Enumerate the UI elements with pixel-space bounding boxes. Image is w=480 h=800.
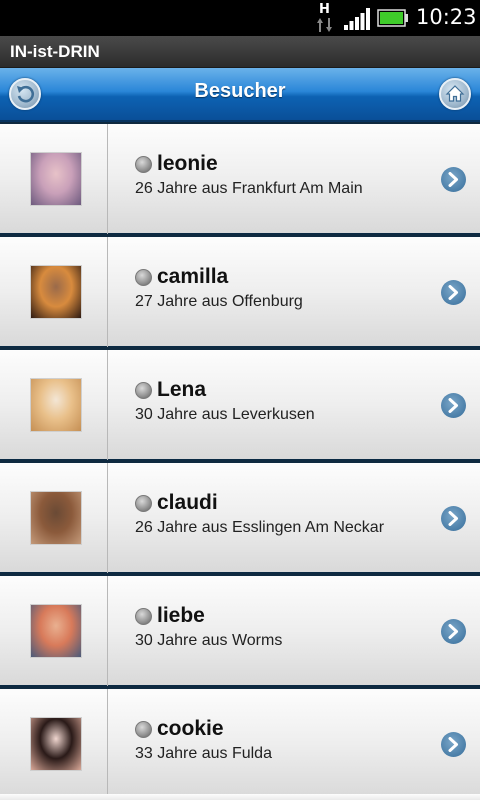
visitor-info: 26 Jahre aus Frankfurt Am Main [135, 180, 363, 197]
visitor-name: cookie [157, 717, 224, 740]
visitor-name: leonie [157, 152, 218, 175]
avatar [30, 265, 82, 319]
page-header: Besucher [0, 68, 480, 122]
visitor-name: camilla [157, 265, 229, 288]
signal-icon [344, 8, 370, 30]
app-title-bar: IN-ist-DRIN [0, 36, 480, 68]
chevron-right-icon[interactable] [441, 506, 466, 531]
visitor-row[interactable]: liebe 30 Jahre aus Worms [0, 576, 480, 686]
visitor-row[interactable]: camilla 27 Jahre aus Offenburg [0, 237, 480, 347]
chevron-right-icon[interactable] [441, 393, 466, 418]
visitor-info: 33 Jahre aus Fulda [135, 745, 272, 762]
visitor-name: Lena [157, 378, 207, 401]
avatar-cell [0, 350, 108, 460]
visitor-row[interactable]: cookie 33 Jahre aus Fulda [0, 689, 480, 799]
home-icon [445, 85, 465, 102]
avatar [30, 717, 82, 771]
online-status-icon [135, 156, 152, 173]
chevron-right-icon[interactable] [441, 167, 466, 192]
visitor-row[interactable]: leonie 26 Jahre aus Frankfurt Am Main [0, 124, 480, 234]
avatar-cell [0, 124, 108, 234]
visitor-info: 26 Jahre aus Esslingen Am Neckar [135, 519, 385, 536]
visitor-name: liebe [157, 604, 205, 627]
avatar [30, 152, 82, 206]
visitor-row[interactable]: Lena 30 Jahre aus Leverkusen [0, 350, 480, 460]
network-indicator: H [314, 2, 336, 34]
list-item-partial[interactable] [0, 794, 480, 800]
visitor-row[interactable]: claudi 26 Jahre aus Esslingen Am Neckar [0, 463, 480, 573]
online-status-icon [135, 608, 152, 625]
visitor-name: claudi [157, 491, 218, 514]
page-title: Besucher [194, 80, 286, 102]
chevron-right-icon[interactable] [441, 619, 466, 644]
avatar-cell [0, 689, 108, 799]
network-type-label: H [319, 2, 330, 17]
online-status-icon [135, 382, 152, 399]
visitor-info: 30 Jahre aus Leverkusen [135, 406, 315, 423]
clock: 10:23 [416, 5, 477, 29]
data-transfer-icon [317, 18, 332, 32]
avatar [30, 604, 82, 658]
chevron-right-icon[interactable] [441, 732, 466, 757]
online-status-icon [135, 721, 152, 738]
avatar-cell [0, 463, 108, 573]
visitor-list: leonie 26 Jahre aus Frankfurt Am Main ca… [0, 124, 480, 800]
avatar [30, 491, 82, 545]
online-status-icon [135, 495, 152, 512]
visitor-info: 27 Jahre aus Offenburg [135, 293, 303, 310]
avatar [30, 378, 82, 432]
battery-icon [377, 9, 408, 27]
home-button[interactable] [439, 78, 471, 110]
online-status-icon [135, 269, 152, 286]
app-title: IN-ist-DRIN [10, 42, 100, 61]
visitor-info: 30 Jahre aus Worms [135, 632, 283, 649]
avatar-cell [0, 237, 108, 347]
status-bar: H 10:23 [0, 0, 480, 36]
chevron-right-icon[interactable] [441, 280, 466, 305]
avatar-cell [0, 576, 108, 686]
